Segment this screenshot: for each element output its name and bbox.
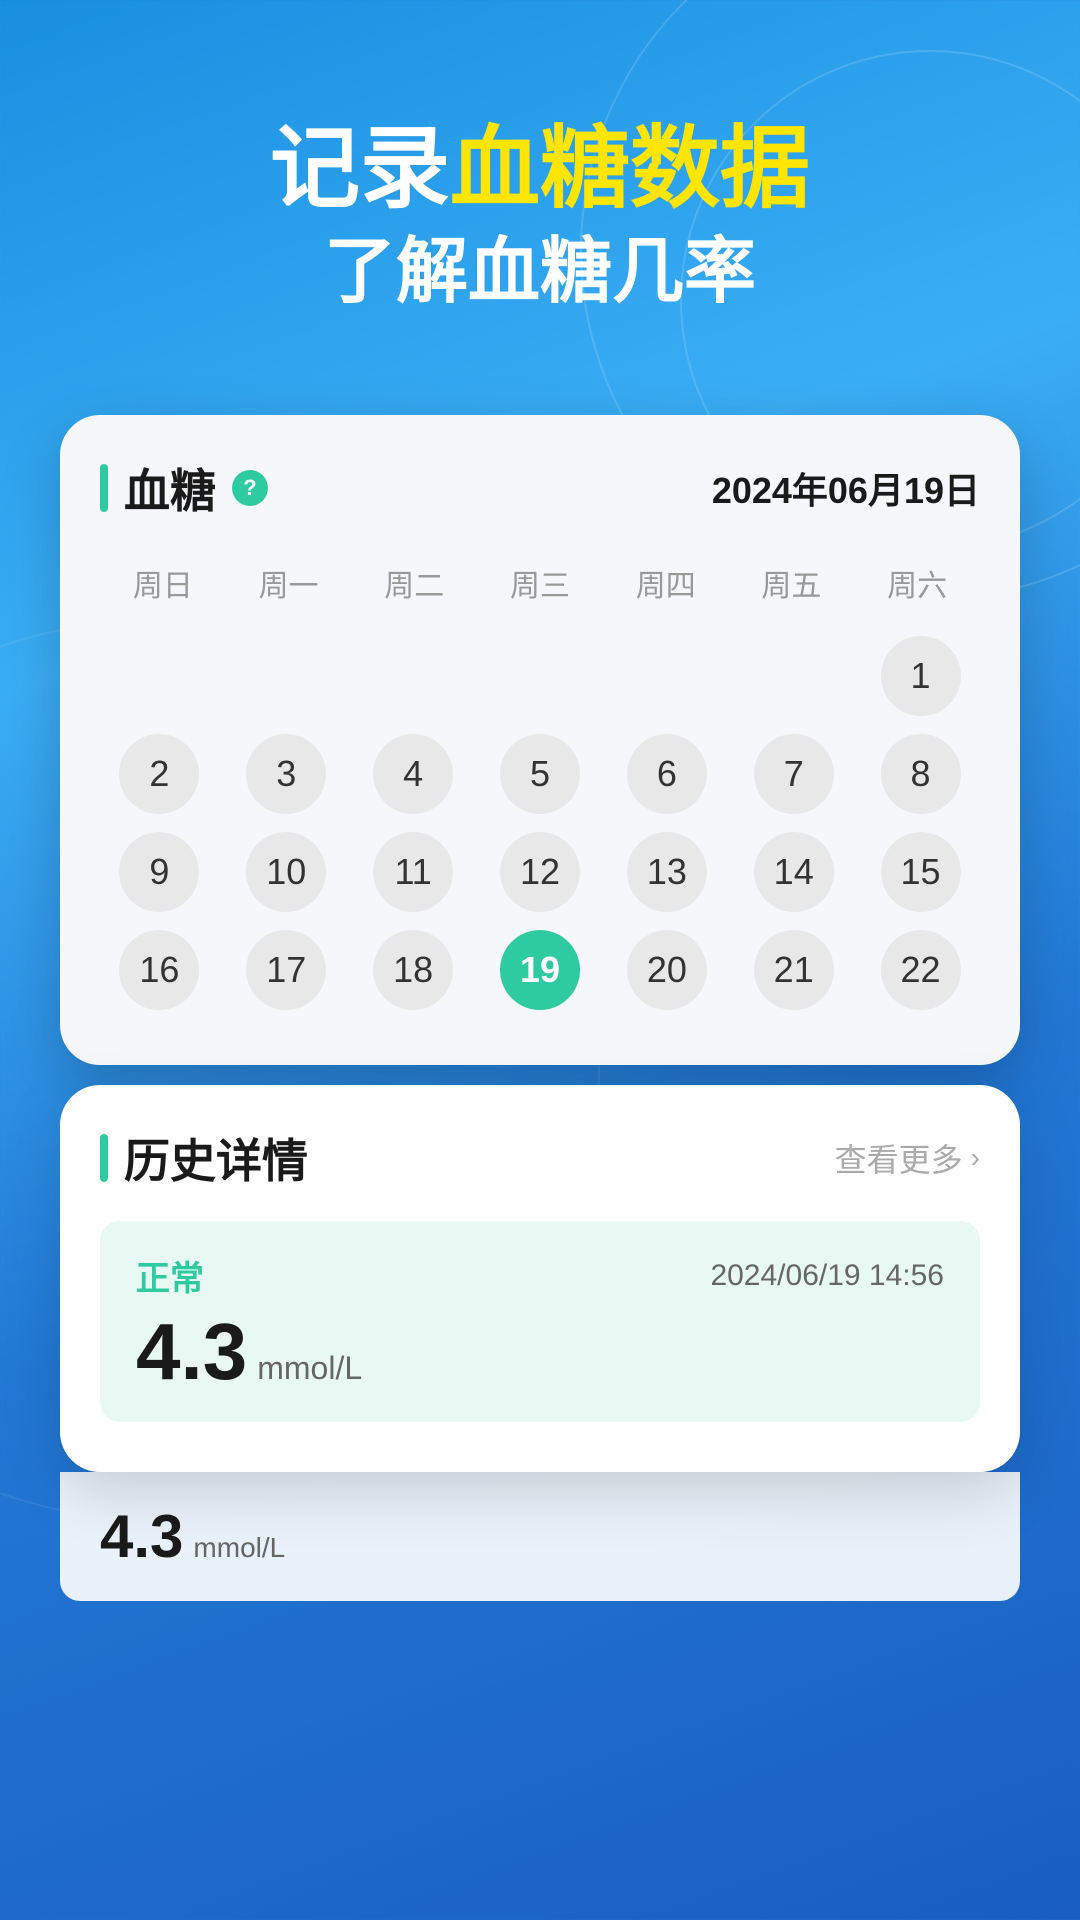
calendar-day[interactable]: 5 (481, 729, 600, 819)
header-prefix: 记录 (270, 119, 450, 219)
history-title-group: 历史详情 (100, 1125, 308, 1191)
calendar-day[interactable]: 19 (481, 925, 600, 1015)
calendar-weekdays: 周日周一周二周三周四周五周六 (100, 551, 980, 615)
calendar-title-group: 血糖 ? (100, 455, 268, 521)
entry-header: 正常 2024/06/19 14:56 (136, 1251, 944, 1300)
calendar-day[interactable]: 16 (100, 925, 219, 1015)
header-line1: 记录血糖数据 (60, 120, 1020, 219)
calendar-title: 血糖 (124, 455, 216, 521)
weekday-label: 周五 (729, 551, 855, 615)
weekday-label: 周日 (100, 551, 226, 615)
history-card: 历史详情 查看更多 › 正常 2024/06/19 14:56 4.3 mmol… (60, 1085, 1020, 1472)
calendar-day[interactable]: 10 (227, 827, 346, 917)
calendar-day[interactable] (354, 631, 473, 721)
history-title: 历史详情 (124, 1125, 308, 1191)
history-header: 历史详情 查看更多 › (100, 1125, 980, 1191)
header-line2: 了解血糖几率 (60, 229, 1020, 315)
entry-value-row: 4.3 mmol/L (136, 1312, 944, 1392)
help-icon[interactable]: ? (232, 470, 268, 506)
calendar-day[interactable]: 1 (861, 631, 980, 721)
calendar-day[interactable] (607, 631, 726, 721)
calendar-day[interactable]: 11 (354, 827, 473, 917)
weekday-label: 周四 (603, 551, 729, 615)
calendar-day[interactable]: 7 (734, 729, 853, 819)
entry-datetime: 2024/06/19 14:56 (710, 1259, 944, 1293)
weekday-label: 周三 (477, 551, 603, 615)
view-more-button[interactable]: 查看更多 › (835, 1135, 980, 1181)
calendar-day[interactable]: 2 (100, 729, 219, 819)
bottom-unit: mmol/L (193, 1532, 285, 1564)
calendar-day[interactable]: 9 (100, 827, 219, 917)
chevron-right-icon: › (971, 1142, 980, 1174)
entry-number: 4.3 (136, 1312, 247, 1392)
calendar-header: 血糖 ? 2024年06月19日 (100, 455, 980, 521)
calendar-day[interactable]: 18 (354, 925, 473, 1015)
calendar-grid[interactable]: 12345678910111213141516171819202122 (100, 631, 980, 1015)
entry-status: 正常 (136, 1251, 204, 1300)
header-highlight: 血糖数据 (450, 119, 810, 219)
calendar-day[interactable] (227, 631, 346, 721)
calendar-day[interactable]: 12 (481, 827, 600, 917)
calendar-date: 2024年06月19日 (712, 462, 980, 514)
bottom-value: 4.3 (100, 1502, 183, 1571)
header-section: 记录血糖数据 了解血糖几率 (0, 0, 1080, 375)
calendar-day[interactable]: 3 (227, 729, 346, 819)
history-entry[interactable]: 正常 2024/06/19 14:56 4.3 mmol/L (100, 1221, 980, 1422)
calendar-day[interactable]: 4 (354, 729, 473, 819)
teal-accent-bar (100, 464, 108, 512)
weekday-label: 周六 (854, 551, 980, 615)
calendar-day[interactable]: 15 (861, 827, 980, 917)
calendar-day[interactable]: 22 (861, 925, 980, 1015)
calendar-day[interactable]: 6 (607, 729, 726, 819)
calendar-day[interactable]: 21 (734, 925, 853, 1015)
calendar-day[interactable] (481, 631, 600, 721)
calendar-day[interactable]: 17 (227, 925, 346, 1015)
bottom-partial-entry: 4.3 mmol/L (60, 1472, 1020, 1601)
calendar-day[interactable]: 20 (607, 925, 726, 1015)
entry-unit: mmol/L (257, 1350, 362, 1387)
weekday-label: 周一 (226, 551, 352, 615)
calendar-day[interactable] (734, 631, 853, 721)
calendar-day[interactable]: 14 (734, 827, 853, 917)
calendar-day[interactable] (100, 631, 219, 721)
weekday-label: 周二 (351, 551, 477, 615)
history-teal-bar (100, 1134, 108, 1182)
calendar-day[interactable]: 13 (607, 827, 726, 917)
calendar-day[interactable]: 8 (861, 729, 980, 819)
calendar-card: 血糖 ? 2024年06月19日 周日周一周二周三周四周五周六 12345678… (60, 415, 1020, 1065)
